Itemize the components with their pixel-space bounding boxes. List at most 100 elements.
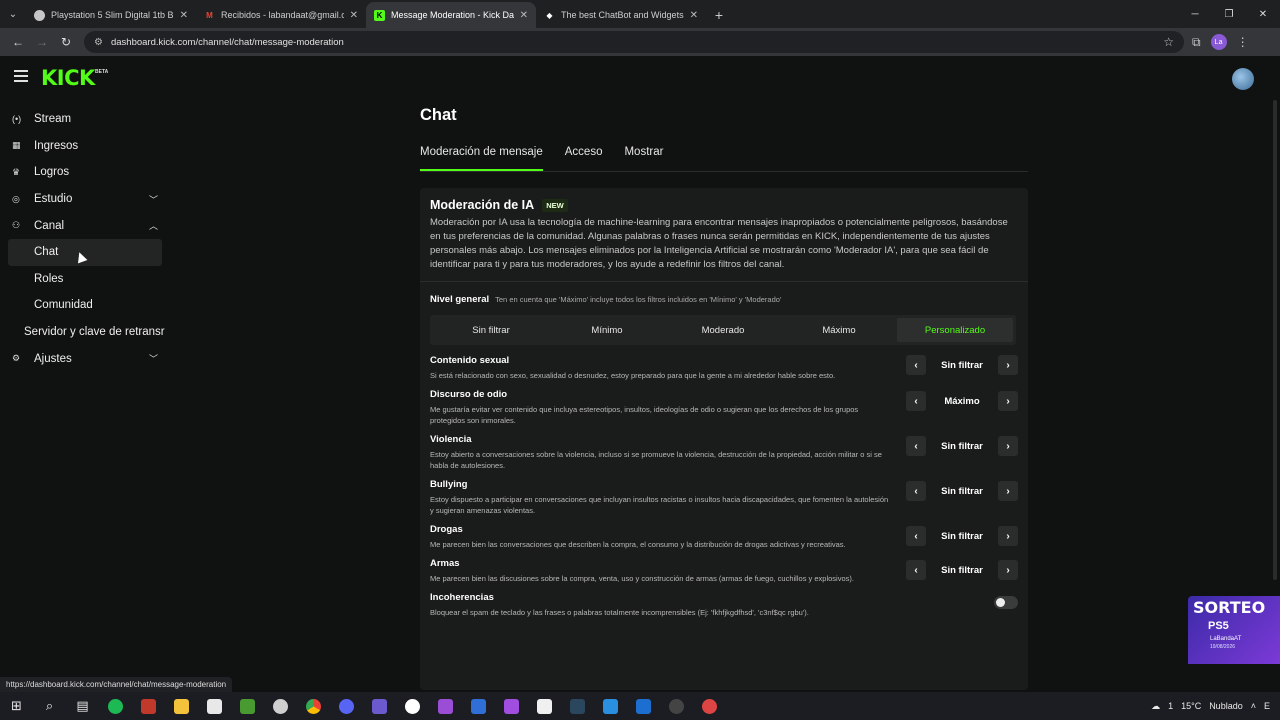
discord-icon[interactable] (330, 692, 363, 720)
sidebar-item-roles[interactable]: Roles (0, 266, 170, 293)
language-indicator[interactable]: E (1264, 701, 1270, 711)
chevron-right-icon[interactable]: › (998, 526, 1018, 546)
minecraft-icon[interactable] (231, 692, 264, 720)
chat-tabs: Moderación de mensaje Acceso Mostrar (420, 146, 1028, 172)
filter-stepper: ‹ Máximo › (906, 391, 1018, 411)
sidebar-item-comunidad[interactable]: Comunidad (0, 292, 170, 319)
close-icon[interactable]: ✕ (180, 10, 188, 21)
chevron-left-icon[interactable]: ‹ (906, 355, 926, 375)
reload-icon[interactable]: ↻ (54, 30, 78, 54)
chevron-left-icon[interactable]: ‹ (906, 391, 926, 411)
bookmark-star-icon[interactable]: ☆ (1163, 35, 1174, 49)
chrome-icon[interactable] (297, 692, 330, 720)
weather-icon[interactable]: ☁ (1151, 701, 1160, 712)
forward-icon[interactable]: → (30, 30, 54, 54)
chart-icon: ▦ (12, 140, 21, 151)
file-explorer-icon[interactable] (165, 692, 198, 720)
level-option-maximo[interactable]: Máximo (781, 318, 897, 342)
system-tray: ☁ 1 15°C Nublado ˄ E (1151, 692, 1280, 720)
browser-tab-3[interactable]: ◆ The best ChatBot and Widgets f ✕ (536, 2, 706, 28)
obs-icon[interactable] (660, 692, 693, 720)
close-window-icon[interactable]: ✕ (1246, 0, 1280, 28)
spotify-icon[interactable] (99, 692, 132, 720)
chevron-right-icon[interactable]: › (998, 391, 1018, 411)
app-icon[interactable] (363, 692, 396, 720)
tab-search-icon[interactable]: ⌄ (0, 0, 26, 28)
vscode-icon[interactable] (594, 692, 627, 720)
broadcast-icon: (•) (12, 114, 22, 125)
chrome-active-icon[interactable] (693, 692, 726, 720)
taskbar: ⊞ ⌕ ▤ ☁ 1 15°C Nublado ˄ E (0, 692, 1280, 720)
user-avatar[interactable] (1232, 68, 1254, 90)
weather-temp[interactable]: 15°C (1181, 701, 1201, 711)
extensions-icon[interactable]: ⧉ (1192, 35, 1201, 50)
level-selector: Sin filtrar Mínimo Moderado Máximo Perso… (430, 315, 1016, 345)
search-icon[interactable]: ⌕ (33, 692, 66, 720)
sidebar-item-servidor[interactable]: Servidor y clave de retransr (0, 319, 168, 346)
tab-mostrar[interactable]: Mostrar (624, 146, 663, 171)
browser-tab-2[interactable]: K Message Moderation - Kick Da ✕ (366, 2, 536, 28)
app-icon[interactable] (396, 692, 429, 720)
chevron-down-icon: ﹀ (148, 194, 158, 205)
sidebar-item-chat[interactable]: Chat (8, 238, 162, 266)
steam-icon[interactable] (561, 692, 594, 720)
profile-avatar[interactable]: La (1210, 34, 1227, 50)
sidebar-item-estudio[interactable]: ◎ Estudio ﹀ (0, 186, 170, 213)
chevron-up-icon[interactable]: ˄ (1251, 701, 1256, 711)
tab-acceso[interactable]: Acceso (565, 146, 603, 171)
incoherencias-toggle[interactable] (994, 596, 1018, 609)
sidebar-item-canal[interactable]: ⚇ Canal ︿ (0, 212, 170, 239)
app-icon[interactable] (495, 692, 528, 720)
close-icon[interactable]: ✕ (350, 10, 358, 21)
sidebar-item-stream[interactable]: (•) Stream (0, 106, 170, 133)
level-option-moderado[interactable]: Moderado (665, 318, 781, 342)
close-icon[interactable]: ✕ (690, 10, 698, 21)
notepad-icon[interactable] (528, 692, 561, 720)
more-menu-icon[interactable]: ⋮ (1237, 35, 1249, 49)
chevron-right-icon[interactable]: › (998, 481, 1018, 501)
app-icon[interactable] (264, 692, 297, 720)
back-icon[interactable]: ← (6, 30, 30, 54)
level-option-personalizado[interactable]: Personalizado (897, 318, 1013, 342)
task-view-icon[interactable]: ▤ (66, 692, 99, 720)
sidebar-item-ajustes[interactable]: ⚙ Ajustes ﹀ (0, 345, 170, 372)
minimize-icon[interactable]: ─ (1178, 0, 1212, 28)
app-icon[interactable] (132, 692, 165, 720)
chevron-right-icon[interactable]: › (998, 355, 1018, 375)
card-title: Moderación de IA (430, 198, 535, 212)
level-option-sin-filtrar[interactable]: Sin filtrar (433, 318, 549, 342)
browser-tab-1[interactable]: M Recibidos - labandaat@gmail.c ✕ (196, 2, 366, 28)
hamburger-menu-icon[interactable] (14, 70, 28, 82)
chevron-left-icon[interactable]: ‹ (906, 560, 926, 580)
app-icon[interactable] (462, 692, 495, 720)
new-tab-button[interactable]: + (706, 2, 732, 28)
tab-moderacion[interactable]: Moderación de mensaje (420, 146, 543, 171)
close-icon[interactable]: ✕ (520, 10, 528, 21)
card-description: Moderación por IA usa la tecnología de m… (430, 217, 1008, 270)
restore-icon[interactable]: ❐ (1212, 0, 1246, 28)
chevron-left-icon[interactable]: ‹ (906, 436, 926, 456)
app-icon[interactable] (429, 692, 462, 720)
gmail-favicon-icon: M (206, 10, 213, 20)
chevron-right-icon[interactable]: › (998, 436, 1018, 456)
channel-icon: ⚇ (12, 220, 21, 231)
weather-text[interactable]: Nublado (1209, 701, 1243, 711)
chevron-left-icon[interactable]: ‹ (906, 526, 926, 546)
filter-row: Armas Me parecen bien las discusiones so… (430, 558, 1018, 584)
site-info-icon[interactable]: ⚙ (94, 37, 103, 48)
page-scrollbar[interactable] (1273, 100, 1277, 580)
beta-label: BETA (95, 69, 109, 75)
sidebar-item-ingresos[interactable]: ▦ Ingresos (0, 133, 170, 160)
sidebar-item-logros[interactable]: ♛ Logros (0, 159, 170, 186)
windows-start-icon[interactable]: ⊞ (0, 692, 33, 720)
chevron-right-icon[interactable]: › (998, 560, 1018, 580)
kick-logo[interactable]: KICK (41, 66, 95, 90)
browser-tab-0[interactable]: Playstation 5 Slim Digital 1tb Bl ✕ (26, 2, 196, 28)
chevron-up-icon: ︿ (148, 221, 158, 232)
level-option-minimo[interactable]: Mínimo (549, 318, 665, 342)
url-field[interactable]: ⚙ dashboard.kick.com/channel/chat/messag… (84, 31, 1184, 53)
app-icon[interactable] (627, 692, 660, 720)
chevron-left-icon[interactable]: ‹ (906, 481, 926, 501)
store-icon[interactable] (198, 692, 231, 720)
level-hint: Ten en cuenta que 'Máximo' incluye todos… (495, 295, 782, 304)
